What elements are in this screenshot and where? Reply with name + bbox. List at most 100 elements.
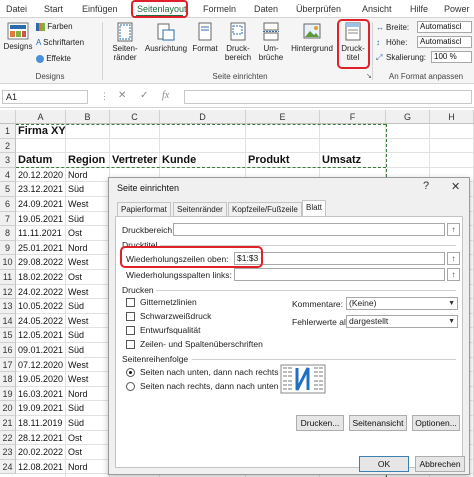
cell[interactable]: 11.11.2021 [16, 226, 66, 241]
hoehe-select[interactable]: Automatiscl [417, 36, 472, 48]
collapse-dialog-icon[interactable]: ↑ [447, 268, 460, 281]
cell[interactable]: 09.01.2021 [16, 343, 66, 358]
help-button[interactable]: ? [423, 180, 429, 192]
drucken-button[interactable]: Drucken... [296, 415, 344, 431]
wiederholungsspalten-input[interactable] [234, 268, 445, 281]
row-header[interactable]: 3 [0, 153, 16, 168]
row-header[interactable]: 4 [0, 167, 16, 183]
umbrueche-button[interactable]: Um- brüche [256, 22, 286, 62]
tab-einfuegen[interactable]: Einfügen [82, 2, 118, 16]
cell[interactable]: Ost [66, 226, 110, 241]
cell[interactable]: 23.12.2021 [16, 182, 66, 197]
optionen-button[interactable]: Optionen... [412, 415, 460, 431]
row-header[interactable]: 14 [0, 313, 16, 329]
cell[interactable]: Ost [66, 431, 110, 446]
row-header[interactable]: 18 [0, 372, 16, 387]
cell[interactable]: 20.02.2022 [16, 445, 66, 460]
tab-papierformat[interactable]: Papierformat [117, 202, 171, 216]
cell[interactable]: 29.08.2022 [16, 255, 66, 270]
cell[interactable]: 20.12.2020 [16, 168, 66, 183]
row-header[interactable]: 1 [0, 124, 16, 139]
cell[interactable]: 07.12.2020 [16, 358, 66, 373]
tab-blatt[interactable]: Blatt [302, 200, 327, 217]
tab-formeln[interactable]: Formeln [203, 2, 236, 16]
cell[interactable]: Firma XY [16, 124, 156, 139]
cell[interactable]: 16.03.2021 [16, 387, 66, 402]
gitternetzlinien-checkbox[interactable] [126, 298, 135, 307]
tab-ueberpruefen[interactable]: Überprüfen [296, 2, 341, 16]
cell[interactable]: Region [66, 153, 110, 168]
row-header[interactable]: 11 [0, 270, 16, 285]
cell[interactable]: Kunde [160, 153, 246, 168]
tab-kopfzeile-fusszeile[interactable]: Kopfzeile/Fußzeile [228, 202, 302, 216]
schriftarten-button[interactable]: A Schriftarten [36, 38, 102, 47]
tab-seitenraender[interactable]: Seitenränder [173, 202, 227, 216]
insert-function-icon[interactable]: fx [162, 90, 169, 101]
column-header[interactable]: E [246, 110, 320, 124]
enter-icon[interactable]: ✓ [140, 90, 148, 101]
format-button[interactable]: Format [190, 22, 220, 53]
formula-input[interactable] [184, 90, 472, 104]
cell[interactable]: Nord [66, 241, 110, 256]
designs-button[interactable]: Designs [2, 22, 34, 51]
wiederholungszeilen-input[interactable]: $1:$3 [234, 252, 445, 265]
column-header[interactable]: G [386, 110, 430, 124]
row-header[interactable]: 23 [0, 445, 16, 460]
row-header[interactable]: 10 [0, 255, 16, 270]
row-header[interactable]: 8 [0, 226, 16, 241]
cell[interactable]: Umsatz [320, 153, 386, 168]
cell[interactable]: 12.05.2021 [16, 328, 66, 343]
column-header[interactable]: C [110, 110, 160, 124]
row-header[interactable]: 21 [0, 416, 16, 431]
cell[interactable]: 18.02.2022 [16, 270, 66, 285]
tab-ansicht[interactable]: Ansicht [362, 2, 392, 16]
cell[interactable]: 24.09.2021 [16, 197, 66, 212]
cell[interactable]: West [66, 372, 110, 387]
cell[interactable]: Süd [66, 343, 110, 358]
tab-power[interactable]: Power [444, 2, 470, 16]
tab-start[interactable]: Start [44, 2, 63, 16]
row-header[interactable]: 17 [0, 357, 16, 373]
column-header[interactable]: F [320, 110, 386, 124]
ok-button[interactable]: OK [359, 456, 409, 472]
cell[interactable]: 19.05.2020 [16, 372, 66, 387]
seitenansicht-button[interactable]: Seitenansicht [349, 415, 407, 431]
select-all-corner[interactable] [0, 110, 16, 124]
ausrichtung-button[interactable]: Ausrichtung [143, 22, 189, 53]
row-header[interactable]: 22 [0, 430, 16, 446]
close-icon[interactable]: ✕ [451, 180, 460, 193]
cell[interactable]: West [66, 285, 110, 300]
collapse-dialog-icon[interactable]: ↑ [447, 252, 460, 265]
skalierung-input[interactable]: 100 % [431, 51, 472, 63]
cell[interactable]: Nord [66, 460, 110, 475]
cell[interactable]: Ost [66, 270, 110, 285]
row-header[interactable]: 12 [0, 284, 16, 300]
cancel-icon[interactable]: ✕ [118, 90, 126, 101]
abbrechen-button[interactable]: Abbrechen [415, 456, 465, 472]
cell[interactable]: West [66, 255, 110, 270]
row-header[interactable]: 20 [0, 401, 16, 416]
row-header[interactable]: 19 [0, 386, 16, 402]
cell[interactable]: West [66, 314, 110, 329]
cell[interactable]: Ost [66, 445, 110, 460]
row-header[interactable]: 15 [0, 328, 16, 343]
cell[interactable]: 28.12.2021 [16, 431, 66, 446]
tab-datei[interactable]: Datei [6, 2, 27, 16]
column-header[interactable]: D [160, 110, 246, 124]
breite-select[interactable]: Automatiscl [417, 21, 472, 33]
cell[interactable]: 24.02.2022 [16, 285, 66, 300]
hintergrund-button[interactable]: Hintergrund [289, 22, 335, 53]
cell[interactable]: Süd [66, 182, 110, 197]
order-down-then-right-radio[interactable] [126, 368, 135, 377]
dialog-launcher-icon[interactable]: ↘ [366, 72, 372, 80]
name-box[interactable]: A1 [2, 90, 88, 104]
collapse-dialog-icon[interactable]: ↑ [447, 223, 460, 236]
cell[interactable]: Süd [66, 328, 110, 343]
cell[interactable]: West [66, 197, 110, 212]
row-header[interactable]: 13 [0, 299, 16, 314]
fehlerwerte-select[interactable]: dargestellt ▼ [346, 315, 458, 328]
cell[interactable]: Datum [16, 153, 66, 168]
cell[interactable]: Süd [66, 416, 110, 431]
farben-button[interactable]: Farben [36, 22, 96, 31]
column-header[interactable]: B [66, 110, 110, 124]
